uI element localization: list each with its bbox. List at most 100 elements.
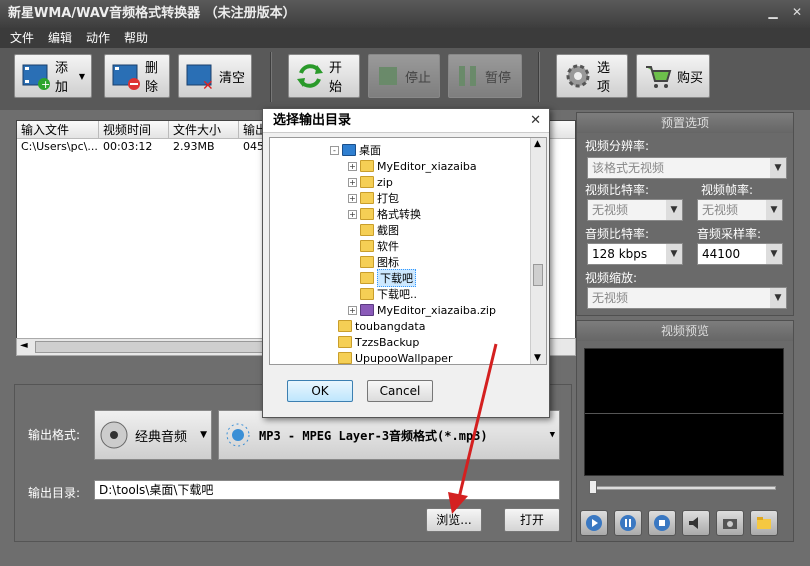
tree-node-label: 桌面 — [359, 144, 381, 157]
tree-node[interactable]: 软件 — [348, 238, 399, 254]
tree-node[interactable]: 下载吧 — [348, 269, 416, 287]
video-bitrate-select[interactable]: 无视频 ▼ — [587, 199, 683, 221]
svg-text:+: + — [41, 78, 50, 91]
annotation-arrow — [448, 343, 498, 514]
pause-preview-button[interactable] — [614, 510, 642, 536]
expander-icon[interactable]: - — [330, 145, 339, 155]
tree-node-label: toubangdata — [355, 319, 426, 333]
add-button[interactable]: + 添加 ▼ — [14, 54, 92, 98]
select-value: 无视频 — [592, 291, 629, 305]
stop-button[interactable]: 停止 — [368, 54, 440, 98]
tree-node[interactable]: UpupooWallpaper — [326, 350, 453, 365]
play-icon — [586, 515, 602, 531]
folder-icon — [360, 224, 374, 236]
chevron-down-icon: ▼ — [770, 288, 786, 308]
toolbar: + 添加 ▼ 删除 ✕ 清空 开始 停止 暂停 选项 购买 — [0, 48, 810, 110]
snapshot-button[interactable] — [716, 510, 744, 536]
close-icon[interactable]: ✕ — [530, 113, 541, 128]
buy-label: 购买 — [677, 70, 704, 86]
scroll-thumb[interactable] — [533, 264, 543, 286]
format-category-value: 经典音频 — [135, 429, 188, 445]
close-icon[interactable]: ✕ — [788, 4, 806, 20]
video-bitrate-label: 视频比特率: — [585, 183, 650, 197]
folder-icon — [338, 336, 352, 348]
expander-icon[interactable]: + — [348, 161, 357, 171]
chevron-down-icon: ▼ — [666, 244, 682, 264]
folder-icon — [360, 288, 374, 300]
menu-help[interactable]: 帮助 — [124, 28, 148, 48]
tree-node[interactable]: + MyEditor_xiazaiba — [348, 158, 477, 174]
tree-node-label: UpupooWallpaper — [355, 351, 453, 365]
scroll-thumb[interactable] — [35, 341, 265, 353]
tree-node[interactable]: + zip — [348, 174, 393, 190]
pause-label: 暂停 — [485, 70, 512, 86]
options-label: 选项 — [597, 61, 611, 95]
vertical-scrollbar[interactable]: ▲ ▼ — [530, 138, 546, 364]
clear-button[interactable]: ✕ 清空 — [178, 54, 252, 98]
menu-edit[interactable]: 编辑 — [48, 28, 72, 48]
column-header[interactable]: 视频时间 — [99, 121, 169, 138]
expander-icon[interactable]: + — [348, 209, 357, 219]
chevron-down-icon: ▼ — [666, 200, 682, 220]
video-fps-select[interactable]: 无视频 ▼ — [697, 199, 783, 221]
tree-node[interactable]: 图标 — [348, 254, 399, 270]
delete-button[interactable]: 删除 — [104, 54, 170, 98]
tree-node[interactable]: + 格式转换 — [348, 206, 421, 222]
play-button[interactable] — [580, 510, 608, 536]
start-button[interactable]: 开始 — [288, 54, 360, 98]
expander-icon[interactable]: + — [348, 193, 357, 203]
window-title: 新星WMA/WAV音频格式转换器 （未注册版本） — [8, 6, 296, 21]
video-scale-select[interactable]: 无视频 ▼ — [587, 287, 787, 309]
tree-node[interactable]: toubangdata — [326, 318, 425, 334]
stop-preview-button[interactable] — [648, 510, 676, 536]
column-header[interactable]: 输入文件 — [17, 121, 99, 138]
pause-button[interactable]: 暂停 — [448, 54, 522, 98]
folder-icon — [757, 517, 771, 529]
stop-icon — [379, 67, 397, 85]
chevron-down-icon: ▼ — [766, 200, 782, 220]
video-resolution-select[interactable]: 该格式无视频 ▼ — [587, 157, 787, 179]
tree-node[interactable]: - 桌面 — [330, 142, 381, 158]
open-button[interactable]: 打开 — [504, 508, 560, 532]
refresh-icon — [297, 64, 323, 88]
clear-label: 清空 — [219, 70, 246, 86]
tree-node[interactable]: + 打包 — [348, 190, 399, 206]
tree-node[interactable]: + MyEditor_xiazaiba.zip — [348, 302, 496, 318]
zip-icon — [360, 304, 374, 316]
tree-node-label: 截图 — [377, 224, 399, 237]
audio-wave-icon — [226, 423, 250, 447]
start-label: 开始 — [329, 61, 343, 95]
seek-slider-track[interactable] — [590, 486, 776, 490]
camera-icon — [723, 519, 737, 529]
scroll-left-icon[interactable]: ◄ — [20, 340, 28, 351]
scroll-up-icon[interactable]: ▲ — [534, 139, 541, 149]
minimize-icon[interactable]: ▁ — [764, 4, 782, 20]
tree-node[interactable]: 下载吧.. — [348, 286, 417, 302]
audio-bitrate-select[interactable]: 128 kbps ▼ — [587, 243, 683, 265]
tree-node[interactable]: TzzsBackup — [326, 334, 419, 350]
preset-title: 预置选项 — [577, 113, 793, 133]
column-header[interactable]: 文件大小 — [169, 121, 239, 138]
tree-node-label: 软件 — [377, 240, 399, 253]
stop-icon — [654, 515, 670, 531]
audio-samplerate-select[interactable]: 44100 ▼ — [697, 243, 783, 265]
options-button[interactable]: 选项 — [556, 54, 628, 98]
expander-icon[interactable]: + — [348, 177, 357, 187]
open-folder-button[interactable] — [750, 510, 778, 536]
chevron-down-icon: ▼ — [766, 244, 782, 264]
menu-file[interactable]: 文件 — [10, 28, 34, 48]
volume-button[interactable] — [682, 510, 710, 536]
ok-button[interactable]: OK — [287, 380, 353, 402]
expander-icon[interactable]: + — [348, 305, 357, 315]
tree-node-label: 下载吧 — [377, 269, 416, 287]
tree-node[interactable]: 截图 — [348, 222, 399, 238]
buy-button[interactable]: 购买 — [636, 54, 710, 98]
pause-icon — [459, 66, 476, 86]
seek-slider-thumb[interactable] — [589, 480, 597, 494]
cancel-button[interactable]: Cancel — [367, 380, 433, 402]
menu-action[interactable]: 动作 — [86, 28, 110, 48]
format-category-select[interactable]: 经典音频 ▼ — [94, 410, 212, 460]
window-controls: ▁ ✕ — [764, 4, 806, 20]
scroll-down-icon[interactable]: ▼ — [534, 353, 541, 363]
film-clear-icon: ✕ — [186, 64, 214, 91]
